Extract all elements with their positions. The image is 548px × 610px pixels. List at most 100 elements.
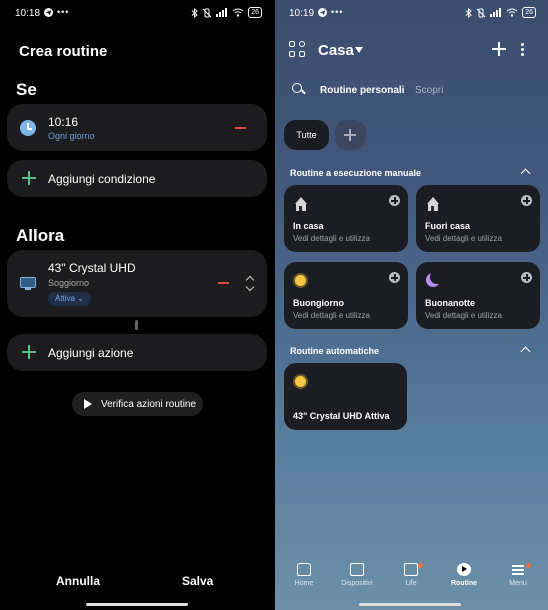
routine-card-away[interactable]: Fuori casa Vedi dettagli e utilizza bbox=[416, 185, 540, 252]
add-action-label: Aggiungi azione bbox=[48, 346, 134, 360]
chevron-down-icon: ⌄ bbox=[77, 294, 84, 303]
routine-card-night[interactable]: Buonanotte Vedi dettagli e utilizza bbox=[416, 262, 540, 329]
status-notification-icons: ••• bbox=[318, 7, 343, 17]
nav-label: Home bbox=[294, 580, 314, 587]
add-to-favorites-icon[interactable] bbox=[389, 272, 400, 283]
routine-card-tv-on[interactable]: 43" Crystal UHD Attiva bbox=[284, 363, 407, 430]
add-to-favorites-icon[interactable] bbox=[521, 272, 532, 283]
add-to-favorites-icon[interactable] bbox=[521, 195, 532, 206]
search-icon[interactable] bbox=[292, 83, 304, 95]
status-notification-icons: ••• bbox=[44, 7, 69, 17]
vibrate-icon bbox=[202, 8, 212, 18]
routine-card-home[interactable]: In casa Vedi dettagli e utilizza bbox=[284, 185, 408, 252]
nav-home[interactable]: Home bbox=[278, 563, 330, 587]
life-icon bbox=[404, 563, 418, 576]
routine-details: Vedi dettagli e utilizza bbox=[425, 234, 502, 243]
status-system-icons: 26 bbox=[191, 7, 262, 18]
nav-menu[interactable]: Menu bbox=[492, 563, 544, 587]
collapse-automatic-icon[interactable] bbox=[520, 346, 531, 357]
then-section-title: Allora bbox=[16, 226, 65, 245]
location-grid-icon[interactable] bbox=[289, 41, 307, 59]
nav-label: Life bbox=[405, 580, 417, 587]
play-icon bbox=[84, 399, 92, 409]
condition-repeat: Ogni giorno bbox=[48, 131, 95, 141]
reorder-handle-icon[interactable] bbox=[245, 276, 255, 292]
plus-icon bbox=[22, 345, 36, 359]
plus-icon bbox=[22, 171, 36, 185]
nav-routine[interactable]: Routine bbox=[438, 563, 490, 587]
nav-label: Routine bbox=[450, 580, 478, 587]
bottom-navigation: Home Dispositivi Life Routine Menu bbox=[275, 563, 548, 593]
status-time: 10:19 bbox=[289, 8, 315, 19]
device-room: Soggiorno bbox=[48, 278, 90, 288]
home-indicator[interactable] bbox=[86, 603, 188, 606]
status-bar: 10:18 ••• 26 bbox=[0, 0, 274, 26]
caret-down-icon[interactable] bbox=[355, 47, 363, 53]
routine-name: Fuori casa bbox=[425, 221, 471, 231]
add-to-favorites-icon[interactable] bbox=[389, 195, 400, 206]
verify-label: Verifica azioni routine bbox=[101, 399, 197, 410]
moon-icon bbox=[426, 270, 444, 287]
add-filter-button[interactable] bbox=[335, 120, 366, 150]
routines-screen: 10:19 ••• 26 Casa Routine personali Scop… bbox=[275, 0, 548, 610]
telegram-icon bbox=[44, 7, 53, 17]
if-section-title: Se bbox=[16, 80, 37, 99]
device-state-dropdown[interactable]: Attiva ⌄ bbox=[48, 292, 91, 306]
sun-icon bbox=[295, 275, 306, 286]
routine-name: 43" Crystal UHD Attiva bbox=[293, 411, 390, 421]
home-icon bbox=[297, 563, 311, 576]
routine-name: In casa bbox=[293, 221, 324, 231]
device-state-value: Attiva bbox=[55, 294, 76, 303]
tv-icon bbox=[20, 277, 36, 290]
routine-details: Vedi dettagli e utilizza bbox=[293, 234, 370, 243]
home-indicator[interactable] bbox=[359, 603, 461, 606]
tab-discover[interactable]: Scopri bbox=[415, 85, 443, 96]
more-notifications-icon: ••• bbox=[57, 7, 70, 17]
location-title[interactable]: Casa bbox=[318, 42, 354, 59]
save-button[interactable]: Salva bbox=[182, 574, 213, 588]
status-system-icons: 26 bbox=[465, 7, 536, 18]
nav-life[interactable]: Life bbox=[385, 563, 437, 587]
routine-name: Buonanotte bbox=[425, 298, 475, 308]
battery-indicator: 26 bbox=[522, 7, 536, 18]
house-icon bbox=[425, 197, 440, 211]
notification-dot bbox=[418, 563, 423, 568]
device-name: 43" Crystal UHD bbox=[48, 261, 136, 275]
routine-card-morning[interactable]: Buongiorno Vedi dettagli e utilizza bbox=[284, 262, 408, 329]
add-condition-button[interactable]: Aggiungi condizione bbox=[7, 160, 267, 197]
nav-devices[interactable]: Dispositivi bbox=[331, 563, 383, 587]
routine-name: Buongiorno bbox=[293, 298, 344, 308]
verify-routine-button[interactable]: Verifica azioni routine bbox=[72, 392, 203, 416]
nav-label: Dispositivi bbox=[341, 580, 373, 587]
more-options-icon[interactable] bbox=[521, 43, 524, 56]
remove-condition-button[interactable] bbox=[235, 127, 246, 129]
vibrate-icon bbox=[476, 8, 486, 18]
menu-icon bbox=[511, 563, 525, 576]
drag-connector bbox=[135, 320, 138, 330]
device-action-card[interactable]: 43" Crystal UHD Soggiorno Attiva ⌄ bbox=[7, 250, 267, 317]
time-condition-card[interactable]: 10:16 Ogni giorno bbox=[7, 104, 267, 151]
tab-personal-routines[interactable]: Routine personali bbox=[320, 85, 404, 96]
sun-icon bbox=[295, 376, 306, 387]
add-action-button[interactable]: Aggiungi azione bbox=[7, 334, 267, 371]
add-routine-button[interactable] bbox=[492, 42, 506, 56]
filter-all-chip[interactable]: Tutte bbox=[284, 120, 329, 150]
cancel-button[interactable]: Annulla bbox=[56, 574, 100, 588]
routine-details: Vedi dettagli e utilizza bbox=[293, 311, 370, 320]
condition-time: 10:16 bbox=[48, 115, 79, 129]
bluetooth-icon bbox=[465, 7, 472, 18]
page-title: Crea routine bbox=[19, 43, 108, 60]
add-condition-label: Aggiungi condizione bbox=[48, 172, 156, 186]
more-notifications-icon: ••• bbox=[331, 7, 344, 17]
nav-label: Menu bbox=[509, 580, 527, 587]
play-circle-icon bbox=[457, 563, 471, 576]
collapse-manual-icon[interactable] bbox=[520, 168, 531, 179]
wifi-icon bbox=[232, 8, 244, 17]
notification-dot bbox=[526, 563, 531, 568]
wifi-icon bbox=[506, 8, 518, 17]
remove-action-button[interactable] bbox=[218, 282, 229, 284]
signal-icon bbox=[490, 8, 502, 17]
home-icon bbox=[293, 197, 308, 211]
manual-routines-title: Routine a esecuzione manuale bbox=[290, 168, 422, 178]
battery-indicator: 26 bbox=[248, 7, 262, 18]
